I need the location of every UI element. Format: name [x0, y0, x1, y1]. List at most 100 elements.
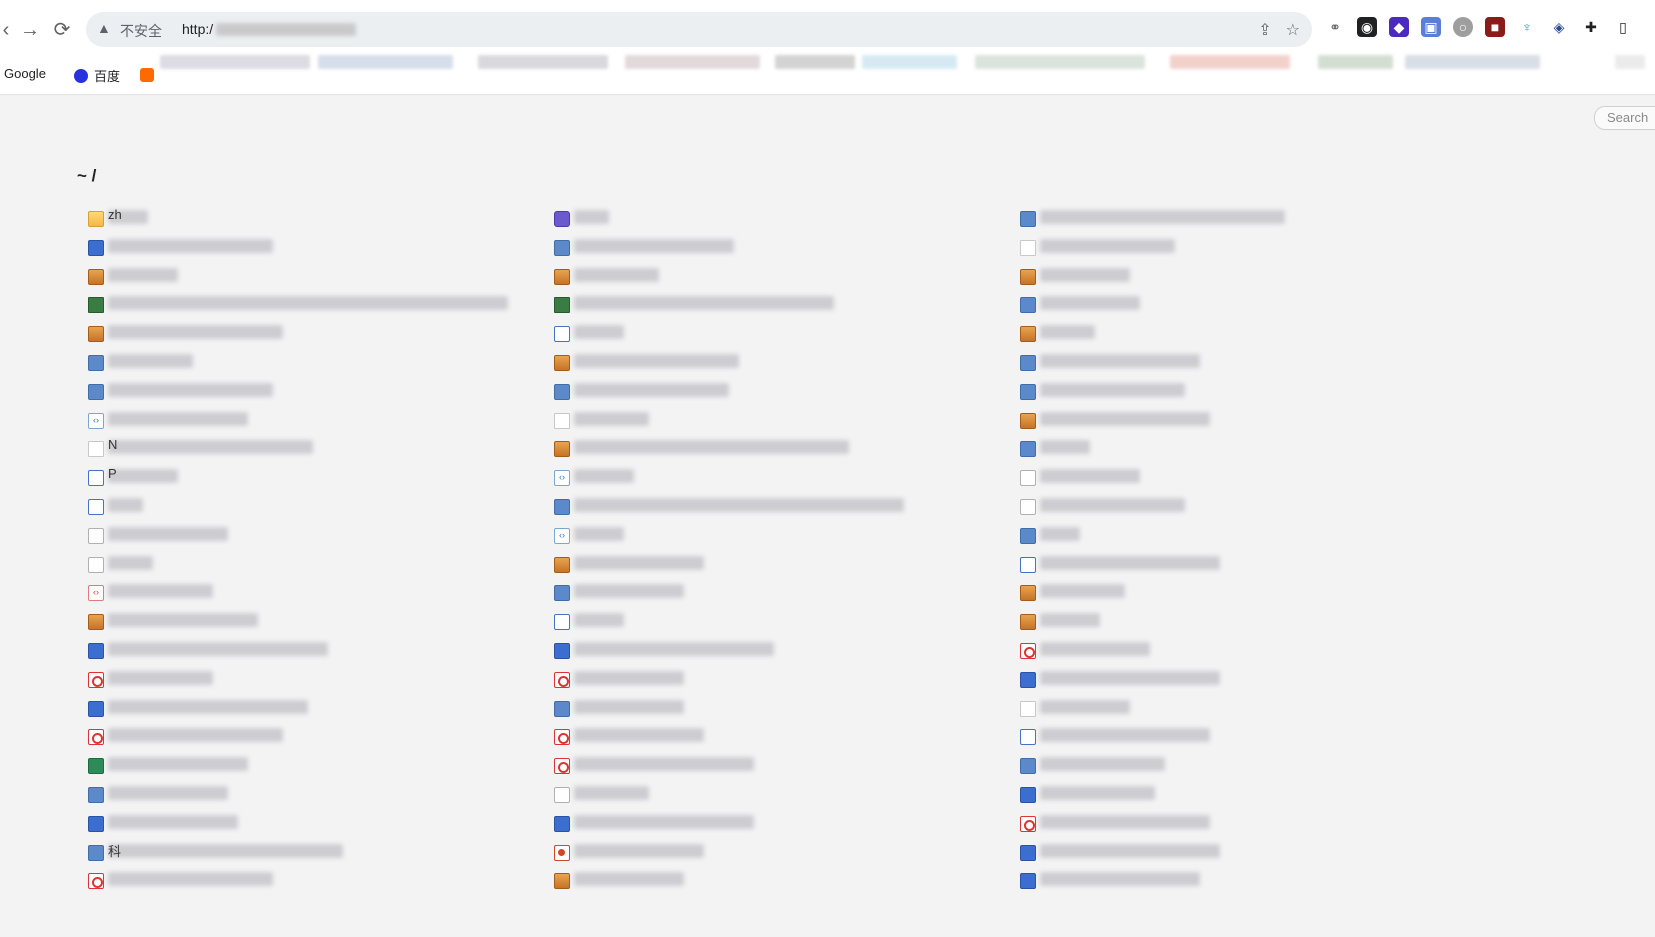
file-name-redacted[interactable]	[1040, 613, 1100, 628]
file-name-redacted[interactable]	[574, 325, 624, 340]
bookmark-redacted[interactable]	[862, 55, 957, 69]
file-name-redacted[interactable]	[1040, 296, 1140, 311]
file-name-redacted[interactable]	[108, 469, 178, 484]
bookmark-redacted[interactable]	[625, 55, 760, 69]
file-name-redacted[interactable]	[108, 641, 328, 656]
file-name-redacted[interactable]	[574, 497, 904, 512]
file-name-redacted[interactable]	[574, 670, 684, 685]
file-name-redacted[interactable]	[108, 267, 178, 282]
file-name-redacted[interactable]	[108, 757, 248, 772]
file-name-redacted[interactable]	[1040, 641, 1150, 656]
file-name-redacted[interactable]	[108, 382, 273, 397]
file-name-redacted[interactable]	[574, 210, 609, 224]
file-name-redacted[interactable]	[108, 728, 283, 743]
file-name-redacted[interactable]	[108, 785, 228, 800]
file-name-redacted[interactable]	[108, 613, 258, 628]
file-name-redacted[interactable]	[1040, 382, 1185, 397]
file-name-redacted[interactable]	[574, 238, 734, 253]
file-name-redacted[interactable]	[1040, 411, 1210, 426]
extension-icon-3[interactable]: ◆	[1389, 17, 1409, 37]
file-name-redacted[interactable]	[108, 526, 228, 541]
file-name-redacted[interactable]	[108, 353, 193, 368]
file-name-redacted[interactable]	[1040, 526, 1080, 541]
address-bar[interactable]: ▲ 不安全 http:/ ⇪ ☆	[86, 12, 1312, 47]
share-icon[interactable]: ⇪	[1258, 20, 1271, 40]
file-name-redacted[interactable]	[1040, 699, 1130, 714]
file-name-redacted[interactable]	[1040, 469, 1140, 484]
file-name-redacted[interactable]	[1040, 238, 1175, 253]
file-name-redacted[interactable]	[108, 843, 343, 858]
file-name-redacted[interactable]	[574, 641, 774, 656]
file-name-redacted[interactable]	[574, 872, 684, 887]
star-icon[interactable]: ☆	[1286, 20, 1300, 40]
extensions-puzzle-icon[interactable]: ✚	[1581, 17, 1601, 37]
extension-icon-4[interactable]: ▣	[1421, 17, 1441, 37]
bookmark-icon[interactable]	[140, 68, 154, 82]
url-text[interactable]: http:/	[182, 21, 213, 37]
extension-icon-1[interactable]: ⚭	[1325, 17, 1345, 37]
extension-icon-8[interactable]: ◈	[1549, 17, 1569, 37]
file-name-redacted[interactable]	[574, 814, 754, 829]
file-name-redacted[interactable]	[574, 728, 704, 743]
file-name-redacted[interactable]	[574, 411, 649, 426]
file-name-redacted[interactable]	[574, 785, 649, 800]
search-input[interactable]: Search	[1594, 106, 1655, 130]
bookmark-redacted[interactable]	[160, 55, 310, 69]
file-name-redacted[interactable]	[1040, 785, 1155, 800]
bookmark-baidu[interactable]: 百度	[74, 66, 120, 85]
file-name-redacted[interactable]	[1040, 757, 1165, 772]
file-name-redacted[interactable]	[1040, 325, 1095, 340]
extension-icon-5[interactable]: ○	[1453, 17, 1473, 37]
bookmark-redacted[interactable]	[975, 55, 1145, 69]
file-name-redacted[interactable]	[574, 296, 834, 311]
bookmark-redacted[interactable]	[478, 55, 608, 69]
file-name-redacted[interactable]	[1040, 584, 1125, 599]
file-name-redacted[interactable]	[1040, 843, 1220, 858]
file-name-redacted[interactable]	[1040, 555, 1220, 570]
warning-icon[interactable]: ▲	[97, 20, 111, 36]
file-name-redacted[interactable]	[574, 526, 624, 541]
file-name-redacted[interactable]	[574, 440, 849, 455]
bookmark-redacted[interactable]	[775, 55, 855, 69]
file-name-redacted[interactable]	[108, 296, 508, 311]
file-name-redacted[interactable]	[108, 814, 238, 829]
bookmark-redacted[interactable]	[1318, 55, 1393, 69]
file-name-redacted[interactable]	[108, 555, 153, 570]
file-name-redacted[interactable]	[108, 670, 213, 685]
file-name-text[interactable]: 科	[108, 841, 121, 860]
file-name-redacted[interactable]	[1040, 670, 1220, 685]
file-name-redacted[interactable]	[574, 382, 729, 397]
file-name-redacted[interactable]	[574, 469, 634, 484]
file-name-redacted[interactable]	[108, 699, 308, 714]
file-name-redacted[interactable]	[1040, 440, 1090, 455]
file-name-redacted[interactable]	[1040, 872, 1200, 887]
file-name-redacted[interactable]	[1040, 814, 1210, 829]
extension-icon-7[interactable]: ♆	[1517, 17, 1537, 37]
file-name-redacted[interactable]	[108, 440, 313, 455]
file-name-redacted[interactable]	[1040, 728, 1210, 743]
file-name-redacted[interactable]	[108, 584, 213, 599]
file-name-redacted[interactable]	[574, 267, 659, 282]
file-name-redacted[interactable]	[574, 757, 754, 772]
file-name-redacted[interactable]	[574, 555, 704, 570]
bookmark-redacted[interactable]	[1170, 55, 1290, 69]
file-name-text[interactable]: P	[108, 466, 117, 481]
file-name-redacted[interactable]	[1040, 497, 1185, 512]
file-name-redacted[interactable]	[574, 843, 704, 858]
reload-icon[interactable]: ⟳	[50, 18, 74, 42]
file-name-redacted[interactable]	[108, 411, 248, 426]
file-name-redacted[interactable]	[108, 872, 273, 887]
file-name-redacted[interactable]	[574, 699, 684, 714]
extension-icon-6[interactable]: ■	[1485, 17, 1505, 37]
file-name-redacted[interactable]	[574, 353, 739, 368]
file-name-redacted[interactable]	[108, 325, 283, 340]
file-name-redacted[interactable]	[1040, 353, 1200, 368]
back-icon[interactable]: ‹	[0, 18, 18, 42]
file-name-redacted[interactable]	[1040, 267, 1130, 282]
bookmark-google[interactable]: Google	[4, 66, 46, 81]
bookmark-redacted[interactable]	[1615, 55, 1645, 69]
side-panel-icon[interactable]: ▯	[1613, 17, 1633, 37]
file-name-redacted[interactable]	[574, 584, 684, 599]
file-name-redacted[interactable]	[108, 238, 273, 253]
file-name-text[interactable]: N	[108, 437, 117, 452]
